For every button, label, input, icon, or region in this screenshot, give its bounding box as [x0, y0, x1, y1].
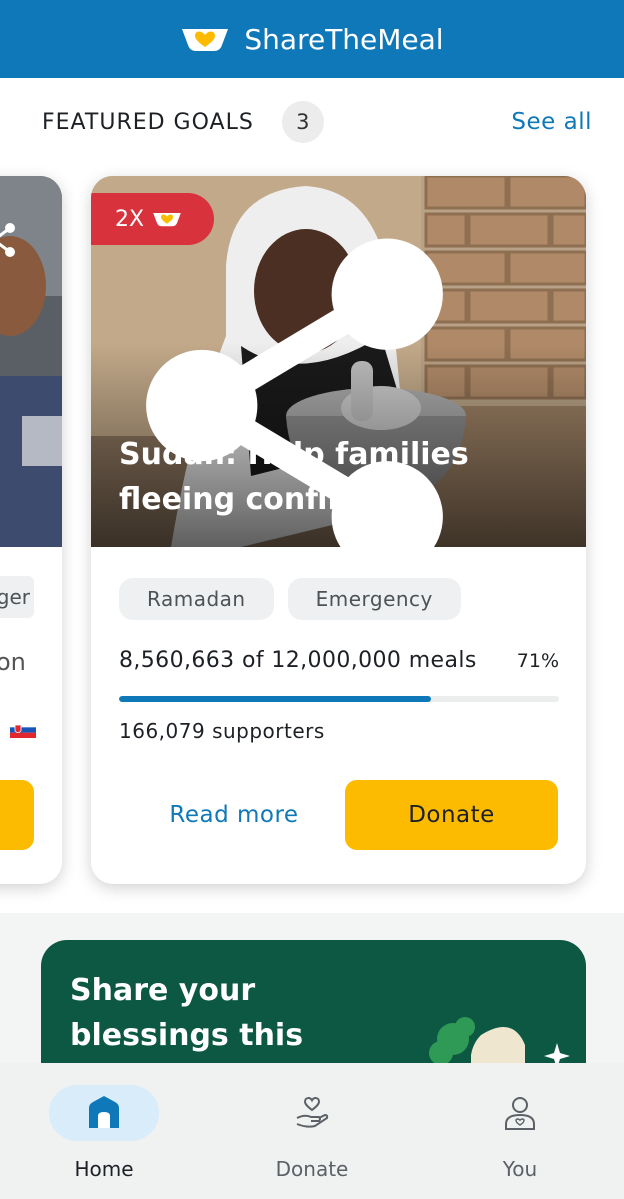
- progress-bar-fill: [119, 696, 432, 702]
- section-title: FEATURED GOALS: [42, 109, 254, 135]
- nav-you-pill: [465, 1085, 575, 1141]
- donate-button[interactable]: Donate: [345, 780, 558, 850]
- nav-donate-pill: [257, 1085, 367, 1141]
- tag-ramadan: Ramadan: [119, 578, 274, 620]
- goal-tags: Ramadan Emergency: [119, 578, 461, 620]
- supporters-count: 166,079 supporters: [119, 719, 325, 743]
- promo-text: Share your blessings this: [70, 973, 304, 1053]
- donate-button-previous[interactable]: [0, 780, 34, 850]
- featured-goals-header: FEATURED GOALS 3 See all: [42, 100, 592, 144]
- nav-donate[interactable]: Donate: [208, 1063, 416, 1199]
- share-icon[interactable]: [0, 220, 22, 260]
- goal-title: Sudan: Help families fleeing conflict: [119, 437, 469, 517]
- slovakia-flag-icon: [10, 722, 36, 738]
- user-icon: [505, 1097, 535, 1130]
- home-icon: [89, 1096, 119, 1128]
- bottom-navigation: Home Donate You: [0, 1063, 624, 1199]
- bowl-heart-icon: [182, 29, 229, 51]
- goal-card-previous[interactable]: ger on: [0, 176, 62, 884]
- progress-percent: 71%: [516, 650, 559, 672]
- tag-emergency: Emergency: [287, 578, 461, 620]
- meals-count: 8,560,663 of 12,000,000 meals: [119, 648, 477, 673]
- progress-bar: [119, 696, 559, 702]
- app-header: ShareTheMeal: [0, 0, 624, 78]
- meals-text-partial: on: [0, 648, 26, 676]
- see-all-link[interactable]: See all: [511, 109, 592, 135]
- app-name: ShareTheMeal: [244, 22, 444, 56]
- goal-card-sudan[interactable]: 2X Sudan: Help families fleeing conflict…: [91, 176, 586, 884]
- nav-you-label: You: [502, 1157, 538, 1181]
- nav-you[interactable]: You: [416, 1063, 624, 1199]
- app-logo: ShareTheMeal: [180, 22, 444, 56]
- read-more-button[interactable]: Read more: [139, 780, 329, 850]
- nav-donate-label: Donate: [275, 1157, 349, 1181]
- goal-photo: 2X Sudan: Help families fleeing conflict: [91, 176, 586, 547]
- nav-home-pill: [49, 1085, 159, 1141]
- goals-count-badge: 3: [281, 101, 324, 143]
- meals-progress-row: 8,560,663 of 12,000,000 meals 71%: [119, 648, 559, 673]
- hand-heart-icon: [296, 1096, 329, 1128]
- nav-home[interactable]: Home: [0, 1063, 208, 1199]
- nav-home-label: Home: [74, 1157, 134, 1181]
- tag-partial: ger: [0, 576, 34, 618]
